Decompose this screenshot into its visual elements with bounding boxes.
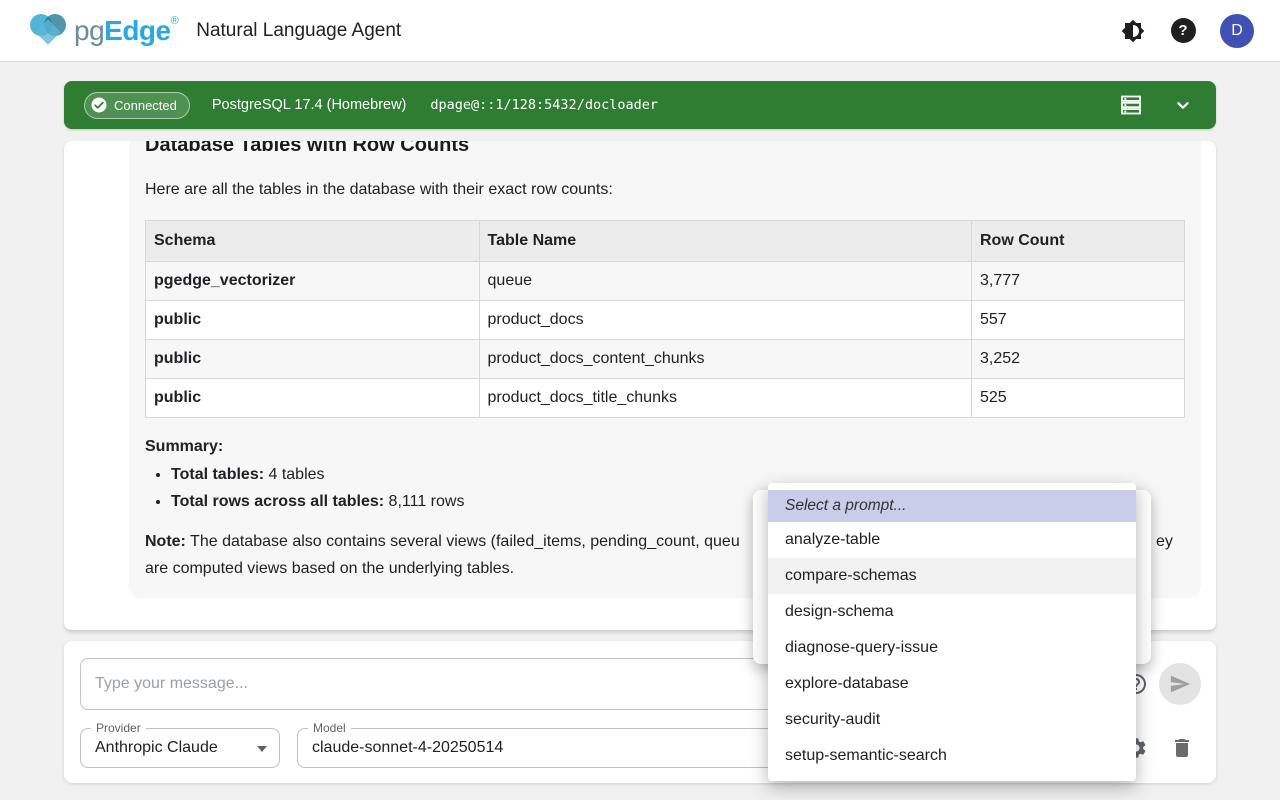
help-icon[interactable]: ?	[1170, 18, 1196, 44]
cell-table-name: product_docs	[479, 301, 971, 340]
provider-label: Provider	[91, 721, 146, 735]
table-row: public product_docs_title_chunks 525	[146, 379, 1185, 418]
model-label: Model	[308, 721, 351, 735]
message-heading: Database Tables with Row Counts	[145, 141, 1185, 159]
table-header-row: Schema Table Name Row Count	[146, 221, 1185, 262]
menu-item-setup-semantic-search[interactable]: setup-semantic-search	[768, 738, 1136, 774]
menu-item-design-schema[interactable]: design-schema	[768, 594, 1136, 630]
list-item: Total tables: 4 tables	[171, 464, 1185, 485]
menu-item-analyze-table[interactable]: analyze-table	[768, 522, 1136, 558]
send-button[interactable]	[1159, 663, 1201, 705]
menu-item-security-audit[interactable]: security-audit	[768, 702, 1136, 738]
pgedge-logo: pgEdge®	[26, 11, 178, 51]
menu-item-explore-database[interactable]: explore-database	[768, 666, 1136, 702]
logo-text: pgEdge®	[74, 15, 178, 47]
table-row: public product_docs 557	[146, 301, 1185, 340]
cell-schema: public	[146, 340, 480, 379]
cell-table-name: queue	[479, 262, 971, 301]
note-fragment: ey	[1156, 528, 1173, 555]
cell-table-name: product_docs_content_chunks	[479, 340, 971, 379]
column-header-table-name: Table Name	[479, 221, 971, 262]
cell-schema: public	[146, 379, 480, 418]
menu-item-compare-schemas[interactable]: compare-schemas	[768, 558, 1136, 594]
app-header: pgEdge® Natural Language Agent ? D	[0, 0, 1280, 62]
column-header-row-count: Row Count	[972, 221, 1185, 262]
message-intro: Here are all the tables in the database …	[145, 179, 1185, 200]
column-header-schema: Schema	[146, 221, 480, 262]
dark-mode-toggle-icon[interactable]	[1120, 18, 1146, 44]
chevron-down-icon[interactable]	[1170, 92, 1196, 118]
cell-row-count: 3,777	[972, 262, 1185, 301]
connection-status-badge: Connected	[84, 92, 190, 119]
send-icon	[1169, 673, 1191, 695]
row-counts-table: Schema Table Name Row Count pgedge_vecto…	[145, 220, 1185, 418]
help-question-glyph: ?	[1171, 18, 1196, 43]
menu-item-placeholder[interactable]: Select a prompt...	[768, 490, 1136, 522]
connection-string: dpage@::1/128:5432/docloader	[430, 97, 658, 113]
connection-status-label: Connected	[114, 98, 177, 113]
table-row: pgedge_vectorizer queue 3,777	[146, 262, 1185, 301]
check-circle-icon	[90, 96, 108, 114]
cell-row-count: 557	[972, 301, 1185, 340]
cell-row-count: 3,252	[972, 340, 1185, 379]
cell-row-count: 525	[972, 379, 1185, 418]
pgedge-heart-icon	[26, 11, 70, 51]
avatar-initial: D	[1231, 22, 1243, 40]
avatar[interactable]: D	[1220, 14, 1254, 48]
database-list-icon[interactable]	[1118, 92, 1144, 118]
table-row: public product_docs_content_chunks 3,252	[146, 340, 1185, 379]
select-arrow-icon	[257, 746, 267, 752]
menu-item-diagnose-query-issue[interactable]: diagnose-query-issue	[768, 630, 1136, 666]
page-title: Natural Language Agent	[196, 20, 401, 42]
provider-select[interactable]: Provider Anthropic Claude	[80, 728, 280, 768]
connection-bar: Connected PostgreSQL 17.4 (Homebrew) dpa…	[64, 81, 1216, 129]
cell-schema: public	[146, 301, 480, 340]
cell-schema: pgedge_vectorizer	[146, 262, 480, 301]
cell-table-name: product_docs_title_chunks	[479, 379, 971, 418]
prompt-dropdown-menu: Select a prompt... analyze-table compare…	[768, 483, 1136, 781]
trash-icon[interactable]	[1170, 736, 1194, 760]
summary-label: Summary:	[145, 438, 1185, 456]
server-version: PostgreSQL 17.4 (Homebrew)	[212, 97, 407, 113]
